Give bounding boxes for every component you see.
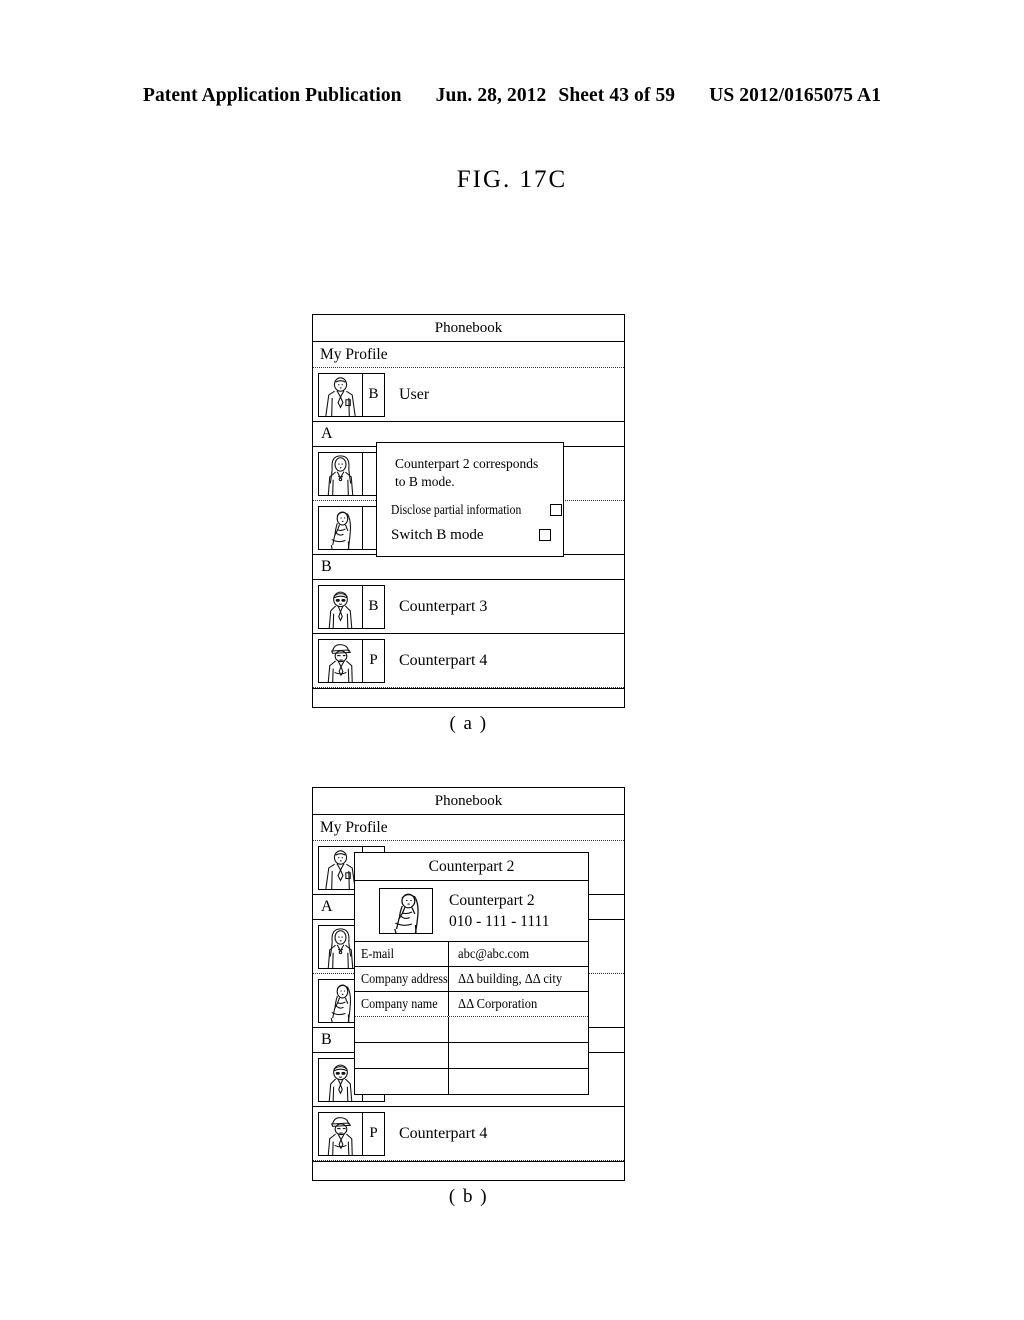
detail-card-row bbox=[355, 1043, 588, 1069]
detail-card-key bbox=[355, 1043, 449, 1068]
detail-card-identity: Counterpart 2 010 - 111 - 1111 bbox=[449, 890, 549, 933]
group-header-b-a: B bbox=[313, 555, 624, 580]
screen-footer-strip-a bbox=[313, 688, 624, 707]
contact-thumb-wrap bbox=[318, 451, 385, 496]
profile-name-a: User bbox=[399, 385, 430, 403]
contact-row[interactable]: B Counterpart 3 bbox=[313, 580, 624, 634]
publication-text: Patent Application Publication bbox=[142, 85, 402, 106]
document-number: US 2012/0165075 A1 bbox=[709, 85, 882, 106]
man-suit-avatar bbox=[319, 373, 363, 416]
profile-thumb-wrap-a: B bbox=[318, 372, 385, 417]
detail-card-title: Counterpart 2 bbox=[355, 853, 588, 881]
detail-card-row bbox=[355, 1069, 588, 1094]
panel-b-phone-screen: Phonebook My Profile A B P Counterpart 4… bbox=[312, 787, 625, 1181]
counterpart-detail-card: Counterpart 2 Counterpart 2 010 - 111 - … bbox=[354, 852, 589, 1095]
screen-footer-strip-b bbox=[313, 1161, 624, 1180]
contact-badge: P bbox=[363, 639, 384, 682]
contact-row[interactable]: P Counterpart 4 bbox=[313, 1107, 624, 1161]
my-profile-section-a: My Profile bbox=[313, 342, 624, 368]
patent-header: Patent Application Publication Jun. 28, 2… bbox=[0, 85, 1024, 107]
switch-b-mode-checkbox[interactable] bbox=[539, 529, 551, 542]
detail-card-key bbox=[355, 1069, 449, 1094]
phonebook-title-bar-b: Phonebook bbox=[313, 788, 624, 815]
contact-badge: P bbox=[363, 1112, 384, 1155]
detail-card-row: E-mail abc@abc.com bbox=[355, 942, 588, 967]
profile-row-a[interactable]: B User bbox=[313, 368, 624, 422]
contact-thumb-wrap bbox=[318, 505, 385, 550]
woman-headband-avatar bbox=[319, 585, 363, 628]
man-cap-avatar bbox=[319, 1112, 363, 1155]
detail-card-row bbox=[355, 1017, 588, 1043]
detail-card-key bbox=[355, 1017, 449, 1042]
contact-name: Counterpart 4 bbox=[399, 651, 488, 669]
detail-card-value bbox=[449, 1017, 588, 1042]
woman-seated-avatar bbox=[319, 506, 363, 549]
publication-date: Jun. 28, 2012 bbox=[435, 85, 547, 106]
detail-card-value: abc@abc.com bbox=[458, 946, 530, 961]
contact-thumb-wrap: P bbox=[318, 1111, 385, 1156]
detail-card-key: Company name bbox=[355, 992, 449, 1016]
disclose-partial-information-option[interactable]: Disclose partial information bbox=[389, 501, 563, 518]
detail-card-hero: Counterpart 2 010 - 111 - 1111 bbox=[355, 881, 588, 942]
disclose-partial-information-label: Disclose partial information bbox=[391, 501, 522, 517]
figure-title: FIG. 17C bbox=[456, 166, 568, 193]
switch-b-mode-label: Switch B mode bbox=[391, 526, 484, 543]
contact-thumb-wrap: P bbox=[318, 638, 385, 683]
detail-card-key: E-mail bbox=[355, 942, 449, 966]
panel-a-phone-screen: Phonebook My Profile B User A B B Counte… bbox=[312, 314, 625, 708]
disclose-partial-information-checkbox[interactable] bbox=[550, 503, 563, 516]
contact-name: Counterpart 3 bbox=[399, 597, 488, 615]
contact-badge: B bbox=[363, 585, 384, 628]
detail-card-value bbox=[449, 1043, 588, 1068]
profile-badge-a: B bbox=[363, 373, 384, 416]
b-mode-popup-dialog: Counterpart 2 corresponds to B mode. Dis… bbox=[376, 442, 564, 557]
sheet-number: Sheet 43 of 59 bbox=[558, 85, 676, 106]
detail-card-row: Company address ΔΔ building, ΔΔ city bbox=[355, 967, 588, 992]
contact-row[interactable]: P Counterpart 4 bbox=[313, 634, 624, 688]
panel-b-label: ( b ) bbox=[448, 1186, 489, 1207]
detail-card-name: Counterpart 2 bbox=[449, 891, 535, 909]
phonebook-title-bar-a: Phonebook bbox=[313, 315, 624, 342]
detail-card-row: Company name ΔΔ Corporation bbox=[355, 992, 588, 1017]
detail-card-value bbox=[449, 1069, 588, 1094]
contact-name: Counterpart 4 bbox=[399, 1124, 488, 1142]
detail-card-value: ΔΔ Corporation bbox=[458, 996, 538, 1011]
man-cap-avatar bbox=[319, 639, 363, 682]
woman-seated-avatar bbox=[379, 888, 433, 934]
detail-card-value: ΔΔ building, ΔΔ city bbox=[458, 971, 563, 986]
switch-b-mode-option[interactable]: Switch B mode bbox=[389, 527, 551, 544]
woman-long-hair-avatar bbox=[319, 452, 363, 495]
popup-message: Counterpart 2 corresponds to B mode. bbox=[395, 456, 539, 489]
panel-a-label: ( a ) bbox=[449, 713, 488, 734]
detail-card-key: Company address bbox=[355, 967, 449, 991]
detail-card-phone: 010 - 111 - 1111 bbox=[449, 913, 550, 930]
contact-thumb-wrap: B bbox=[318, 584, 385, 629]
my-profile-section-b: My Profile bbox=[313, 815, 624, 841]
